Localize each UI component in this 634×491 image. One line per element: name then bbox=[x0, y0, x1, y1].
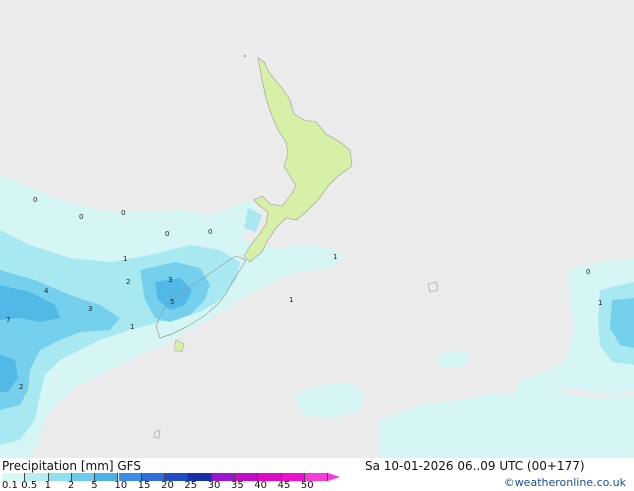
legend-tick-label: 5 bbox=[91, 480, 98, 491]
precip-label: 0 bbox=[586, 268, 590, 276]
precipitation-map[interactable]: 0 0 0 0 0 0 1 1 1 1 1 2 2 3 3 4 5 7 bbox=[0, 0, 634, 458]
precip-label: 0 bbox=[79, 213, 83, 221]
map-title: Precipitation [mm] GFS bbox=[2, 459, 141, 473]
precip-label: 0 bbox=[121, 209, 125, 217]
precip-label: 1 bbox=[130, 323, 134, 331]
precip-label: 0 bbox=[165, 230, 169, 238]
legend-tick-label: 20 bbox=[161, 480, 174, 491]
legend-tick-label: 0.1 bbox=[2, 480, 18, 491]
precip-label: 1 bbox=[598, 299, 602, 307]
legend-tick-label: 15 bbox=[137, 480, 151, 491]
map-canvas: 0 0 0 0 0 0 1 1 1 1 1 2 2 3 3 4 5 7 bbox=[0, 55, 634, 458]
legend-tick-label: 50 bbox=[300, 480, 314, 491]
credit-link[interactable]: ©weatheronline.co.uk bbox=[504, 476, 626, 489]
new-zealand-north-island bbox=[243, 57, 353, 263]
legend-arrow bbox=[328, 473, 341, 481]
precip-label: 2 bbox=[19, 383, 23, 391]
precip-label: 3 bbox=[88, 305, 92, 313]
legend-tick-label: 2 bbox=[67, 480, 75, 491]
legend-tick-label: 0.5 bbox=[21, 480, 38, 491]
legend-tick-label: 25 bbox=[184, 480, 198, 491]
legend-tick-label: 40 bbox=[254, 480, 268, 491]
precip-label: 4 bbox=[44, 287, 49, 295]
precip-label: 7 bbox=[6, 316, 10, 324]
precip-label: 2 bbox=[126, 278, 130, 286]
legend-tick-label: 45 bbox=[277, 480, 291, 491]
precip-label: 0 bbox=[208, 228, 212, 236]
legend-tick-label: 10 bbox=[114, 480, 128, 491]
legend-tick-label: 30 bbox=[207, 480, 221, 491]
precip-label: 1 bbox=[333, 253, 337, 261]
precip-label: 1 bbox=[123, 255, 127, 263]
legend-tick-label: 35 bbox=[231, 480, 244, 491]
valid-time: Sa 10-01-2026 06..09 UTC (00+177) bbox=[365, 459, 585, 473]
precip-label: 5 bbox=[170, 298, 174, 306]
footer-bar: Precipitation [mm] GFS Sa 10-01-2026 06.… bbox=[0, 458, 634, 491]
legend-tick-label: 1 bbox=[44, 480, 51, 491]
precip-label: 0 bbox=[33, 196, 37, 204]
precip-label: 3 bbox=[168, 276, 172, 284]
precip-label: 1 bbox=[289, 296, 293, 304]
